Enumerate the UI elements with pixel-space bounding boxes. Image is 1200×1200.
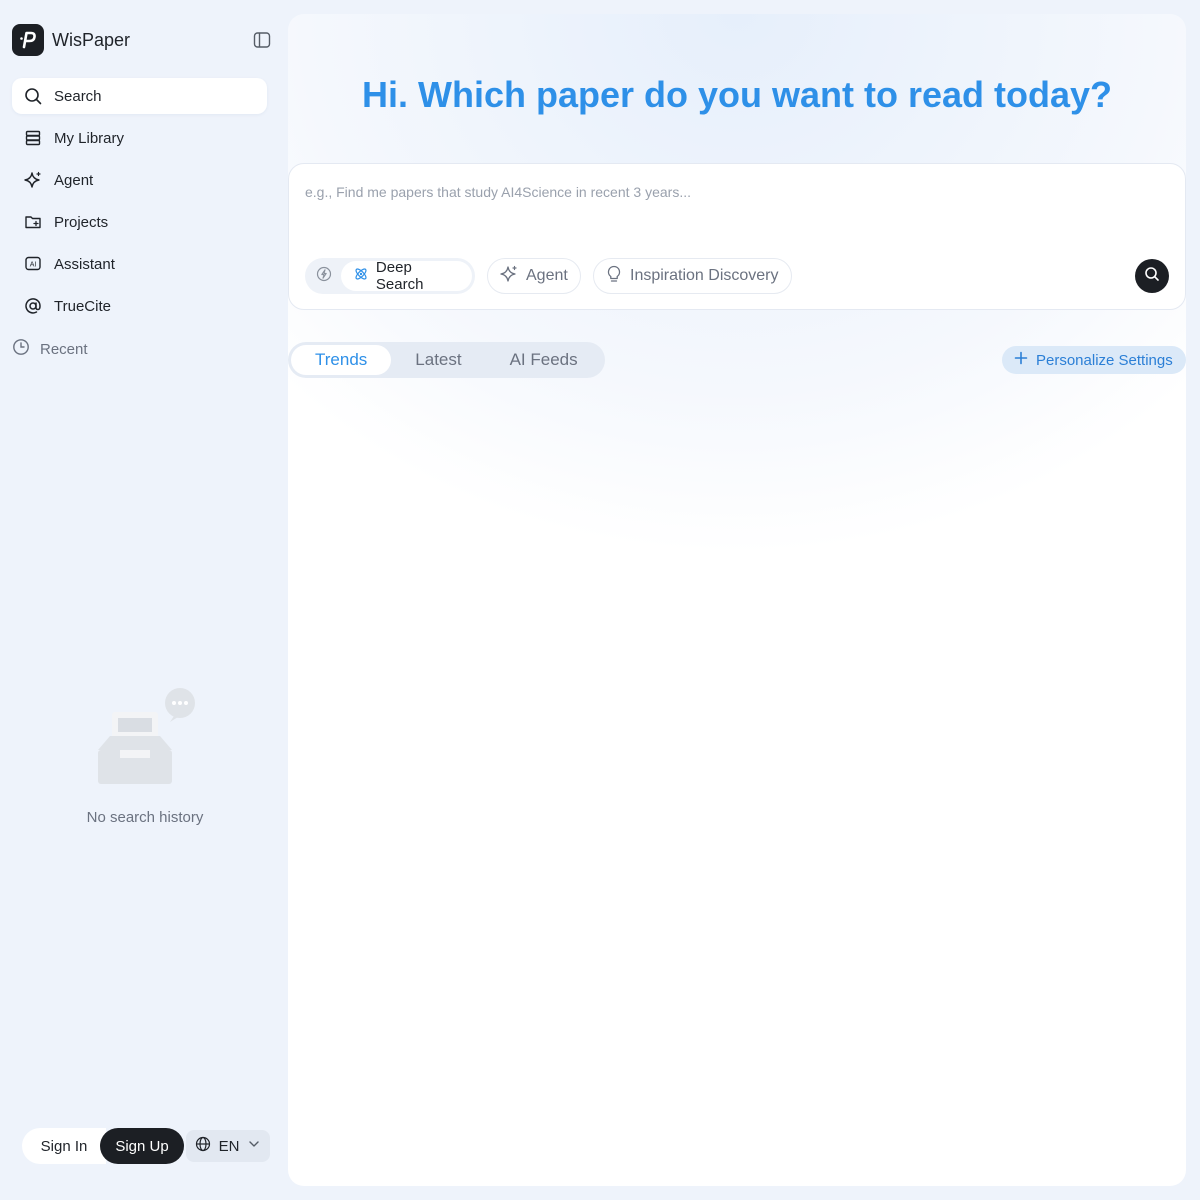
empty-inbox-icon bbox=[90, 688, 200, 793]
main-panel: Hi. Which paper do you want to read toda… bbox=[288, 14, 1186, 1186]
brand-name: WisPaper bbox=[52, 29, 131, 50]
sidebar-item-label: Assistant bbox=[54, 255, 115, 273]
inspiration-discovery-button[interactable]: Inspiration Discovery bbox=[593, 258, 792, 294]
search-box: Deep Search Agent Inspiration Discovery bbox=[288, 163, 1186, 310]
sidebar-collapse-icon[interactable] bbox=[252, 30, 272, 50]
brand-logo bbox=[12, 24, 44, 56]
sidebar-item-assistant[interactable]: AI Assistant bbox=[12, 246, 267, 282]
sign-in-button[interactable]: Sign In bbox=[22, 1128, 106, 1164]
auth-bar: Sign In Sign Up EN bbox=[22, 1128, 270, 1164]
sidebar-item-label: Search bbox=[54, 87, 102, 105]
sparkle-icon bbox=[24, 171, 42, 189]
library-icon bbox=[24, 129, 42, 147]
tab-ai-feeds[interactable]: AI Feeds bbox=[486, 345, 602, 375]
folder-plus-icon bbox=[24, 213, 42, 231]
sidebar-item-my-library[interactable]: My Library bbox=[12, 120, 267, 156]
brand[interactable]: WisPaper bbox=[12, 24, 130, 56]
inspiration-discovery-label: Inspiration Discovery bbox=[630, 267, 779, 284]
sidebar-item-search[interactable]: Search bbox=[12, 78, 267, 114]
ai-icon: AI bbox=[24, 255, 42, 273]
personalize-settings-label: Personalize Settings bbox=[1036, 351, 1173, 369]
agent-mode-label: Agent bbox=[526, 267, 568, 284]
search-mode-group: Deep Search bbox=[305, 258, 475, 294]
lightbulb-icon bbox=[606, 265, 622, 288]
sidebar: WisPaper Search My Library Agent Project… bbox=[0, 0, 288, 1200]
search-submit-button[interactable] bbox=[1135, 259, 1169, 293]
language-label: EN bbox=[218, 1137, 240, 1155]
tab-latest[interactable]: Latest bbox=[391, 345, 485, 375]
chevron-down-icon bbox=[247, 1137, 261, 1155]
search-input[interactable] bbox=[305, 180, 1165, 204]
search-icon bbox=[1144, 266, 1160, 287]
sidebar-item-truecite[interactable]: TrueCite bbox=[12, 288, 267, 324]
sidebar-item-label: My Library bbox=[54, 129, 125, 147]
svg-text:AI: AI bbox=[30, 262, 37, 269]
sidebar-item-agent[interactable]: Agent bbox=[12, 162, 267, 198]
sidebar-item-label: TrueCite bbox=[54, 297, 111, 315]
lightning-icon bbox=[316, 266, 332, 287]
at-icon bbox=[24, 297, 42, 315]
page-title: Hi. Which paper do you want to read toda… bbox=[361, 74, 1113, 115]
sidebar-item-projects[interactable]: Projects bbox=[12, 204, 267, 240]
language-selector[interactable]: EN bbox=[186, 1130, 270, 1162]
deep-search-label: Deep Search bbox=[375, 259, 424, 293]
quick-search-button[interactable] bbox=[308, 261, 341, 291]
search-icon bbox=[24, 87, 42, 105]
clock-icon bbox=[12, 338, 30, 360]
personalize-settings-button[interactable]: Personalize Settings bbox=[1002, 346, 1186, 374]
sign-up-button[interactable]: Sign Up bbox=[100, 1128, 184, 1164]
tab-trends[interactable]: Trends bbox=[291, 345, 392, 375]
recent-header[interactable]: Recent bbox=[12, 338, 88, 360]
sidebar-item-label: Agent bbox=[54, 171, 94, 189]
sidebar-nav: Search My Library Agent Projects AI Assi… bbox=[12, 78, 267, 330]
atom-icon bbox=[353, 266, 369, 286]
sidebar-item-label: Projects bbox=[54, 213, 109, 231]
recent-label: Recent bbox=[40, 340, 88, 358]
plus-icon bbox=[1014, 351, 1028, 369]
deep-search-button[interactable]: Deep Search bbox=[340, 259, 472, 293]
agent-mode-button[interactable]: Agent bbox=[487, 258, 581, 294]
empty-history: No search history bbox=[60, 688, 230, 826]
globe-icon bbox=[195, 1136, 211, 1156]
sparkle-icon bbox=[500, 265, 518, 288]
empty-history-text: No search history bbox=[86, 809, 204, 826]
feed-tabs: Trends Latest AI Feeds bbox=[288, 342, 605, 378]
